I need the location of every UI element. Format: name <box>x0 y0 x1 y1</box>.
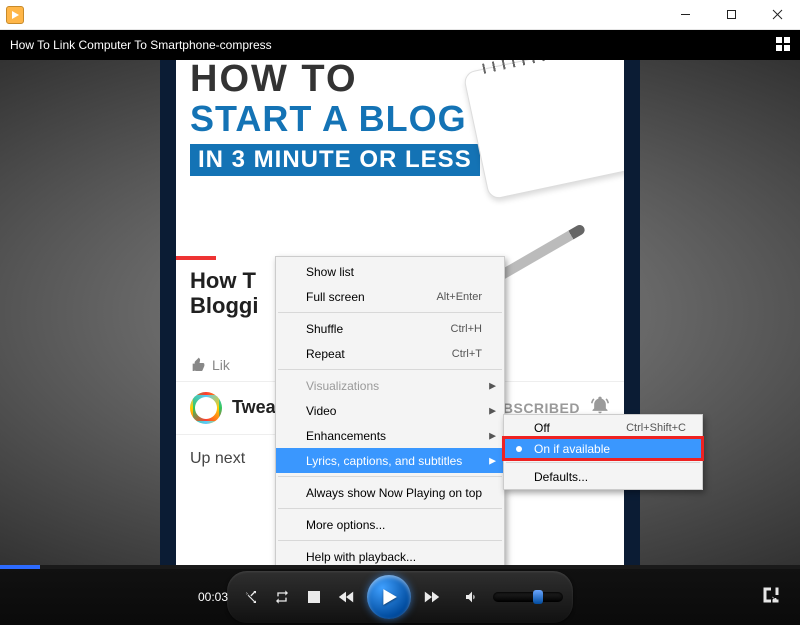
menu-shuffle[interactable]: ShuffleCtrl+H <box>276 316 504 341</box>
previous-button[interactable] <box>333 584 359 610</box>
menu-enhancements[interactable]: Enhancements▶ <box>276 423 504 448</box>
menu-lyrics-captions-subtitles[interactable]: Lyrics, captions, and subtitles▶ <box>276 448 504 473</box>
menu-show-list[interactable]: Show list <box>276 259 504 284</box>
play-button[interactable] <box>367 575 411 619</box>
titlebar <box>0 0 800 30</box>
menu-video[interactable]: Video▶ <box>276 398 504 423</box>
wmp-app-icon <box>6 6 24 24</box>
menu-separator <box>278 508 502 509</box>
menu-separator <box>506 462 700 463</box>
menu-separator <box>278 312 502 313</box>
video-thumbnail: HOW TO START A BLOG IN 3 MINUTE OR LESS <box>176 60 624 260</box>
menu-visualizations: Visualizations▶ <box>276 373 504 398</box>
like-label: Lik <box>212 357 230 373</box>
menu-help-playback[interactable]: Help with playback... <box>276 544 504 565</box>
menu-separator <box>278 369 502 370</box>
notepad-graphic <box>463 60 640 200</box>
maximize-button[interactable] <box>708 0 754 30</box>
submenu-arrow-icon: ▶ <box>489 430 496 441</box>
thumb-text-minbox: IN 3 MINUTE OR LESS <box>190 144 480 176</box>
minimize-button[interactable] <box>662 0 708 30</box>
close-button[interactable] <box>754 0 800 30</box>
volume-slider[interactable] <box>493 592 563 602</box>
context-menu: Show list Full screenAlt+Enter ShuffleCt… <box>275 256 505 565</box>
control-cluster <box>227 571 573 623</box>
submenu-arrow-icon: ▶ <box>489 405 496 416</box>
video-header: How To Link Computer To Smartphone-compr… <box>0 30 800 60</box>
menu-full-screen[interactable]: Full screenAlt+Enter <box>276 284 504 309</box>
video-progress-indicator <box>176 256 216 260</box>
upnext-label: Up next <box>190 450 245 468</box>
repeat-button[interactable] <box>269 584 295 610</box>
fullscreen-button[interactable] <box>762 586 784 608</box>
submenu-off[interactable]: OffCtrl+Shift+C <box>504 417 702 438</box>
submenu-on-if-available[interactable]: On if available <box>504 438 702 459</box>
menu-separator <box>278 476 502 477</box>
stop-button[interactable] <box>301 584 327 610</box>
mute-button[interactable] <box>459 584 485 610</box>
switch-to-library-icon[interactable] <box>776 37 790 54</box>
menu-more-options[interactable]: More options... <box>276 512 504 537</box>
menu-always-on-top[interactable]: Always show Now Playing on top <box>276 480 504 505</box>
menu-separator <box>278 540 502 541</box>
submenu-arrow-icon: ▶ <box>489 455 496 466</box>
shuffle-button[interactable] <box>237 584 263 610</box>
volume-thumb[interactable] <box>533 590 543 604</box>
menu-repeat[interactable]: RepeatCtrl+T <box>276 341 504 366</box>
submenu-arrow-icon: ▶ <box>489 380 496 391</box>
channel-avatar <box>190 392 222 424</box>
time-elapsed: 00:03 <box>198 590 228 604</box>
submenu-defaults[interactable]: Defaults... <box>504 466 702 487</box>
radio-bullet-icon <box>516 446 522 452</box>
video-title: How To Link Computer To Smartphone-compr… <box>10 38 272 52</box>
next-button[interactable] <box>419 584 445 610</box>
playback-controls: 00:03 <box>0 569 800 625</box>
subtitles-submenu: OffCtrl+Shift+C On if available Defaults… <box>503 414 703 490</box>
video-area[interactable]: HOW TO START A BLOG IN 3 MINUTE OR LESS … <box>0 60 800 565</box>
